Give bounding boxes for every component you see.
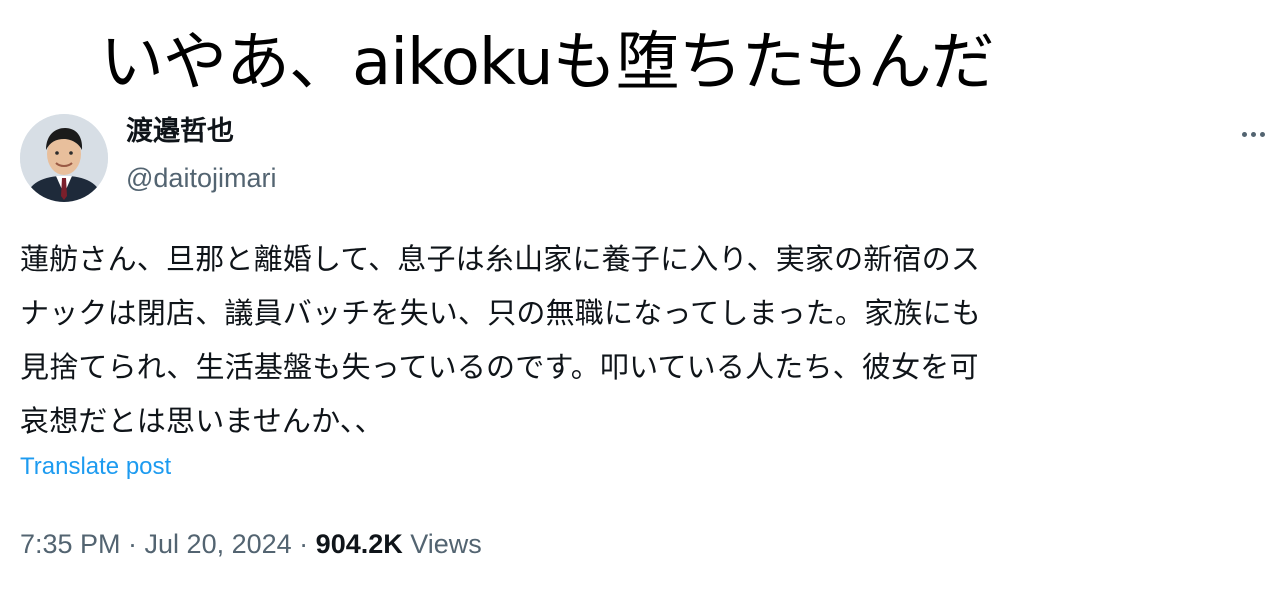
profile-photo-icon	[20, 114, 108, 202]
post: 渡邉哲也 @daitojimari 蓮舫さん、旦那と離婚して、息子は糸山家に養子…	[0, 108, 1287, 610]
post-meta: 7:35 PM · Jul 20, 2024 · 904.2K Views	[20, 526, 482, 562]
author-handle[interactable]: @daitojimari	[126, 160, 276, 196]
post-timestamp[interactable]: 7:35 PM · Jul 20, 2024	[20, 529, 292, 559]
translate-post-link[interactable]: Translate post	[20, 450, 171, 484]
post-text: 蓮舫さん、旦那と離婚して、息子は糸山家に養子に入り、実家の新宿のス ナックは閉店…	[20, 242, 981, 438]
author-avatar[interactable]	[20, 114, 108, 202]
author-display-name[interactable]: 渡邉哲也	[126, 114, 276, 150]
more-horizontal-icon-dot	[1259, 131, 1265, 137]
more-horizontal-icon-dot	[1250, 131, 1256, 137]
views-label: Views	[402, 529, 482, 559]
author-block: 渡邉哲也 @daitojimari	[126, 114, 276, 196]
more-options-button[interactable]	[1230, 120, 1276, 148]
meme-caption: いやあ、aikokuも堕ちたもんだ	[100, 26, 995, 100]
views-count: 904.2K	[315, 529, 403, 559]
more-horizontal-icon	[1241, 131, 1247, 137]
meta-separator: ·	[291, 529, 316, 559]
